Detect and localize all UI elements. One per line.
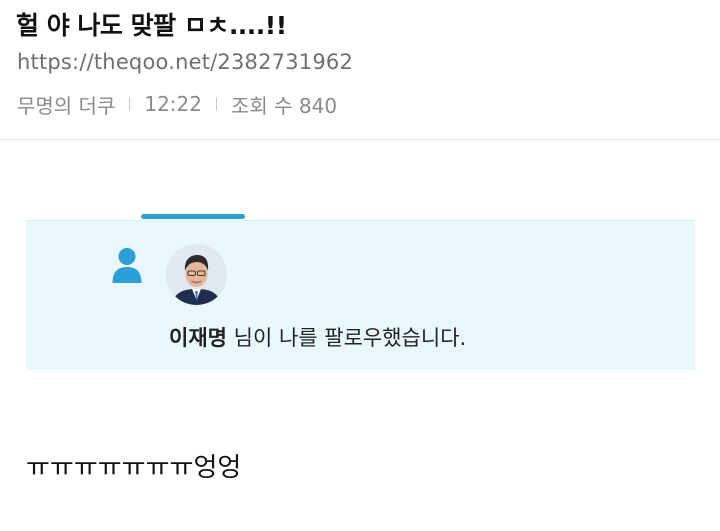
post-url-link[interactable]: https://theqoo.net/2382731962 (17, 50, 353, 74)
profile-avatar[interactable] (166, 244, 227, 305)
post-title: 헐 야 나도 맞팔 ㅁㅊ....!! (16, 11, 287, 40)
author-name: 무명의 더쿠 (17, 93, 116, 118)
notification-text: 이재명 님이 나를 팔로우했습니다. (169, 322, 466, 352)
follow-notification[interactable]: 이재명 님이 나를 팔로우했습니다. (26, 221, 695, 370)
meta-divider (216, 97, 217, 111)
post-body-text: ㅠㅠㅠㅠㅠㅠㅠ엉엉 (26, 453, 242, 483)
tab-indicator (141, 214, 245, 219)
post-meta: 무명의 더쿠 12:22 조회 수 840 (17, 90, 337, 118)
notification-message: 님이 나를 팔로우했습니다. (226, 326, 467, 350)
post-time: 12:22 (144, 92, 202, 116)
header-divider (0, 139, 720, 140)
meta-divider (129, 97, 131, 111)
view-count: 조회 수 840 (231, 93, 338, 118)
follower-name[interactable]: 이재명 (169, 326, 227, 350)
person-icon (111, 246, 143, 286)
